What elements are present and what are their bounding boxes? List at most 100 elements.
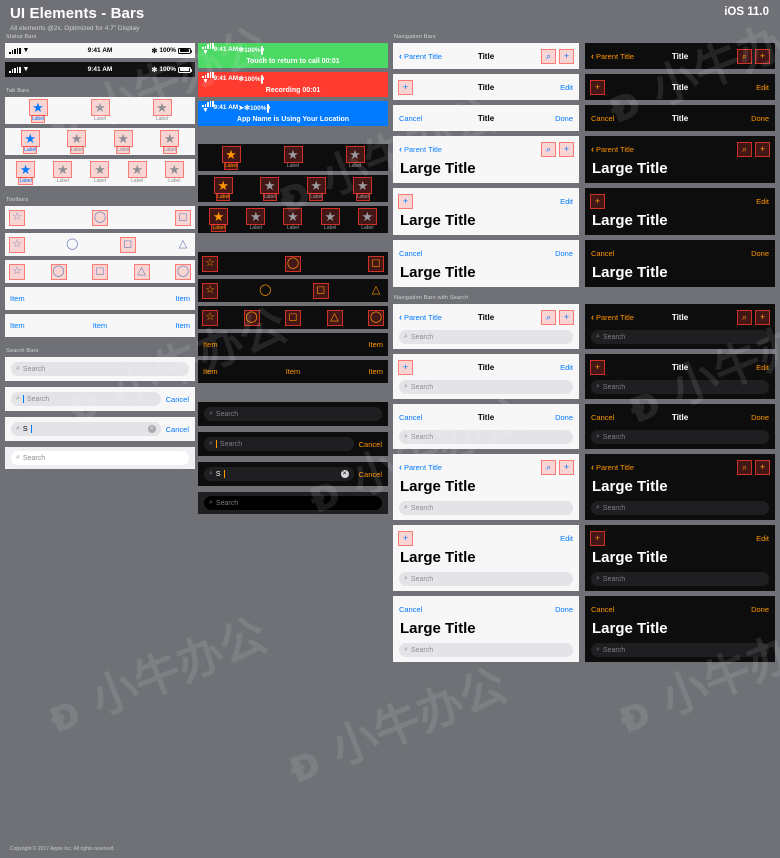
search-icon[interactable]: ⌕ (737, 309, 752, 325)
circle-icon[interactable]: ◯ (285, 255, 301, 272)
plus-icon[interactable]: + (559, 141, 574, 157)
plus-icon[interactable]: + (398, 193, 413, 209)
tab-item[interactable]: ★ Label (67, 130, 87, 154)
edit-button[interactable]: Edit (756, 197, 769, 206)
circle-icon[interactable]: ◯ (243, 309, 260, 326)
search-input[interactable]: ⌕ S ✕ (204, 467, 354, 481)
search-input[interactable]: ⌕ Search (399, 430, 573, 444)
plus-icon[interactable]: + (590, 193, 605, 209)
tab-item-selected[interactable]: ★ Label (28, 99, 48, 123)
plus-icon[interactable]: + (755, 48, 770, 64)
plus-icon[interactable]: + (755, 141, 770, 157)
plus-icon[interactable]: + (755, 459, 770, 475)
toolbar-item[interactable]: Item (10, 321, 25, 330)
plus-icon[interactable]: + (590, 530, 605, 546)
back-button[interactable]: ‹ Parent Title (591, 51, 634, 61)
done-button[interactable]: Done (751, 114, 769, 123)
search-icon[interactable]: ⌕ (541, 309, 556, 325)
star-icon[interactable]: ☆ (9, 263, 25, 280)
search-input[interactable]: ⌕ Search (399, 330, 573, 344)
cancel-button[interactable]: Cancel (359, 440, 382, 449)
done-button[interactable]: Done (555, 249, 573, 258)
done-button[interactable]: Done (555, 605, 573, 614)
plus-icon[interactable]: + (590, 79, 605, 95)
search-icon[interactable]: ⌕ (737, 459, 752, 475)
toolbar-item[interactable]: Item (286, 367, 301, 376)
search-input[interactable]: ⌕ Search (399, 501, 573, 515)
search-icon[interactable]: ⌕ (737, 48, 752, 64)
toolbar-item[interactable]: Item (368, 340, 383, 349)
star-icon[interactable]: ☆ (202, 255, 218, 272)
star-icon[interactable]: ☆ (202, 282, 218, 299)
search-input[interactable]: ⌕ Search (399, 643, 573, 657)
clear-circle-icon[interactable]: ✕ (340, 470, 349, 478)
done-button[interactable]: Done (751, 413, 769, 422)
search-input[interactable]: ⌕ Search (591, 643, 769, 657)
square-icon[interactable]: ◻ (119, 236, 136, 253)
tab-item-selected[interactable]: ★ Label (213, 177, 233, 201)
tab-item-selected[interactable]: ★ Label (16, 161, 36, 185)
search-input[interactable]: ⌕ Search (591, 430, 769, 444)
star-icon[interactable]: ☆ (9, 236, 25, 253)
triangle-icon[interactable]: △ (133, 263, 150, 280)
star-icon[interactable]: ☆ (202, 309, 218, 326)
toolbar-item[interactable]: Item (175, 294, 190, 303)
search-input[interactable]: ⌕ Search (591, 380, 769, 394)
search-input[interactable]: ⌕ Search (591, 501, 769, 515)
tab-item[interactable]: ★ Label (160, 130, 180, 154)
back-button[interactable]: ‹ Parent Title (591, 312, 634, 322)
search-input[interactable]: ⌕ Search (399, 572, 573, 586)
search-input[interactable]: ⌕ S ✕ (11, 422, 161, 436)
tab-item[interactable]: ★ Label (320, 208, 340, 231)
tab-item[interactable]: ★ Label (90, 99, 110, 122)
search-icon[interactable]: ⌕ (541, 48, 556, 64)
search-input[interactable]: ⌕ Search (591, 330, 769, 344)
cancel-button[interactable]: Cancel (166, 395, 189, 404)
square-icon[interactable]: ◻ (368, 255, 384, 272)
search-input[interactable]: ⌕ Search (399, 380, 573, 394)
status-bar-call-banner[interactable]: ▼ 9:41 AM ✻100% Touch to return to call 00… (198, 43, 388, 68)
toolbar-item[interactable]: Item (10, 294, 25, 303)
circle-icon[interactable]: ◯ (368, 309, 384, 326)
square-icon[interactable]: ◻ (175, 209, 191, 226)
done-button[interactable]: Done (555, 114, 573, 123)
tab-item[interactable]: ★ Label (164, 161, 184, 184)
tab-item[interactable]: ★ Label (306, 177, 326, 201)
triangle-icon[interactable]: △ (326, 309, 343, 326)
done-button[interactable]: Done (751, 249, 769, 258)
tab-item[interactable]: ★ Label (345, 146, 365, 169)
tab-item[interactable]: ★ Label (353, 177, 373, 201)
plus-icon[interactable]: + (398, 359, 413, 375)
tab-item[interactable]: ★ Label (113, 130, 133, 154)
back-button[interactable]: ‹ Parent Title (399, 144, 442, 154)
tab-item[interactable]: ★ Label (283, 146, 303, 169)
back-button[interactable]: ‹ Parent Title (399, 462, 442, 472)
square-icon[interactable]: ◻ (285, 309, 301, 326)
search-input[interactable]: ⌕ Search (204, 496, 382, 510)
tab-item[interactable]: ★ Label (357, 208, 377, 231)
square-icon[interactable]: ◻ (92, 263, 108, 280)
star-icon[interactable]: ☆ (9, 209, 25, 226)
done-button[interactable]: Done (555, 413, 573, 422)
back-button[interactable]: ‹ Parent Title (591, 462, 634, 472)
toolbar-item[interactable]: Item (368, 367, 383, 376)
edit-button[interactable]: Edit (560, 197, 573, 206)
cancel-button[interactable]: Cancel (591, 249, 614, 258)
toolbar-item[interactable]: Item (203, 367, 218, 376)
tab-item-selected[interactable]: ★ Label (20, 130, 40, 154)
edit-button[interactable]: Edit (560, 83, 573, 92)
plus-icon[interactable]: + (559, 459, 574, 475)
cancel-button[interactable]: Cancel (399, 114, 422, 123)
search-input[interactable]: ⌕ Search (204, 407, 382, 421)
search-input[interactable]: ⌕ Search (204, 437, 354, 451)
cancel-button[interactable]: Cancel (399, 249, 422, 258)
edit-button[interactable]: Edit (756, 83, 769, 92)
toolbar-item[interactable]: Item (93, 321, 108, 330)
search-icon[interactable]: ⌕ (541, 141, 556, 157)
status-bar-recording-banner[interactable]: ▼ 9:41 AM ✻100% Recording 00:01 (198, 72, 388, 97)
edit-button[interactable]: Edit (756, 534, 769, 543)
circle-icon[interactable]: ◯ (258, 284, 272, 298)
triangle-icon[interactable]: △ (176, 238, 190, 252)
edit-button[interactable]: Edit (560, 363, 573, 372)
toolbar-item[interactable]: Item (175, 321, 190, 330)
